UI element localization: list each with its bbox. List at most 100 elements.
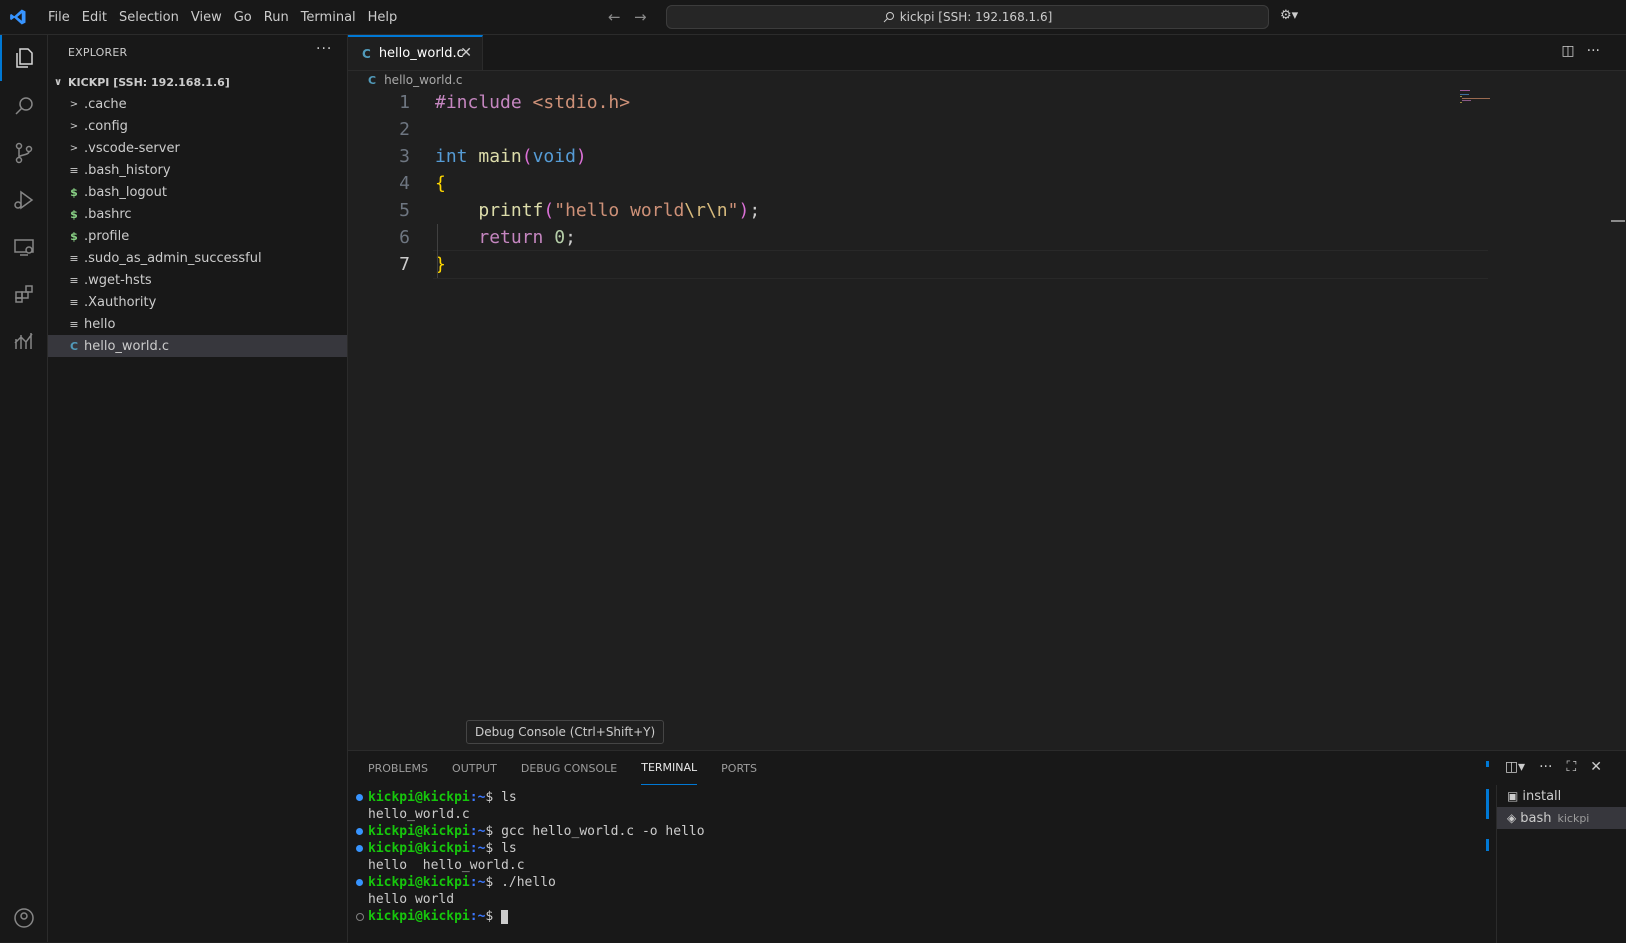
explorer-root-folder[interactable]: ∨ KICKPI [SSH: 192.168.1.6] — [48, 71, 347, 93]
command-status-icon[interactable] — [356, 879, 363, 886]
copilot-icon[interactable]: ⚙▾ — [1280, 8, 1298, 23]
terminal-command-line: kickpi@kickpi:~$ — [354, 908, 1454, 925]
menu-file[interactable]: File — [42, 10, 76, 25]
prompt-path: :~ — [469, 824, 486, 839]
code-text: int main(void) — [435, 146, 587, 167]
tree-item-wget-hsts[interactable]: ≡ .wget-hsts — [48, 269, 347, 291]
explorer-sidebar: EXPLORER ··· ∨ KICKPI [SSH: 192.168.1.6]… — [48, 35, 348, 942]
tab-hello-world-c[interactable]: C hello_world.c ✕ — [348, 35, 483, 70]
tree-item-bash-history[interactable]: ≡ .bash_history — [48, 159, 347, 181]
tree-item-bashrc[interactable]: $ .bashrc — [48, 203, 347, 225]
tree-item-label: hello_world.c — [84, 338, 169, 354]
tab-ports[interactable]: PORTS — [721, 751, 757, 785]
run-debug-icon[interactable] — [0, 177, 47, 223]
remote-explorer-icon[interactable] — [0, 224, 47, 270]
shell-file-icon: $ — [70, 207, 78, 221]
explorer-icon[interactable] — [0, 35, 47, 81]
search-icon[interactable] — [0, 83, 47, 129]
terminal-name: bash — [1520, 810, 1552, 826]
breadcrumb-file: hello_world.c — [384, 73, 463, 87]
minimap[interactable] — [1460, 89, 1490, 103]
tree-item-bash-logout[interactable]: $ .bash_logout — [48, 181, 347, 203]
command-status-icon[interactable] — [356, 913, 364, 921]
account-icon[interactable] — [0, 895, 47, 941]
maximize-panel-icon[interactable]: ⛶ — [1566, 759, 1576, 775]
command-status-icon[interactable] — [356, 828, 363, 835]
terminal-command-line: kickpi@kickpi:~$ gcc hello_world.c -o he… — [354, 823, 1454, 840]
split-terminal-icon[interactable]: ◫▾ — [1505, 759, 1525, 775]
close-icon[interactable]: ✕ — [460, 45, 472, 61]
prompt-path: :~ — [469, 875, 486, 890]
terminal-name: install — [1522, 788, 1562, 804]
scrollbar-marker — [1611, 220, 1625, 222]
menu-go[interactable]: Go — [228, 10, 258, 25]
tree-item-hello-world-c[interactable]: Chello_world.c — [48, 335, 347, 357]
command-text: gcc hello_world.c -o hello — [501, 824, 705, 839]
menu-bar: File Edit Selection View Go Run Terminal… — [42, 0, 403, 34]
command-center-label: kickpi [SSH: 192.168.1.6] — [899, 10, 1053, 24]
forward-arrow-icon[interactable]: → — [634, 8, 647, 26]
split-editor-icon[interactable]: ◫ — [1561, 43, 1574, 59]
panel-actions: ◫▾ ··· ⛶ ✕ — [1505, 759, 1602, 775]
code-line: 2 — [348, 116, 1488, 143]
search-icon — [883, 12, 894, 23]
source-control-icon[interactable] — [0, 130, 47, 176]
line-number: 1 — [399, 92, 410, 113]
tab-label: hello_world.c — [378, 46, 464, 61]
tree-item-config[interactable]: > .config — [48, 115, 347, 137]
terminal-host: kickpi — [1557, 811, 1590, 825]
tab-terminal[interactable]: TERMINAL — [641, 751, 698, 785]
more-actions-icon[interactable]: ··· — [1587, 43, 1600, 59]
extensions-icon[interactable] — [0, 271, 47, 317]
terminal-item-install[interactable]: ▣ install — [1497, 785, 1626, 807]
terminal-command-line: kickpi@kickpi:~$ ls — [354, 840, 1454, 857]
terminal-item-bash[interactable]: ◈ bash kickpi — [1497, 807, 1626, 829]
editor-tab-bar: C hello_world.c ✕ ◫ ··· — [348, 35, 1626, 71]
tree-item-hello[interactable]: ≡ hello — [48, 313, 347, 335]
code-editor[interactable]: 1 #include <stdio.h> 2 3 int main(void) … — [348, 89, 1488, 279]
line-number: 5 — [399, 200, 410, 221]
close-panel-icon[interactable]: ✕ — [1590, 759, 1602, 775]
menu-view[interactable]: View — [185, 10, 228, 25]
line-number: 4 — [399, 173, 410, 194]
activity-bar — [0, 35, 48, 942]
command-center[interactable]: kickpi [SSH: 192.168.1.6] — [666, 5, 1269, 29]
terminal-output[interactable]: kickpi@kickpi:~$ ls hello_world.c kickpi@k… — [354, 789, 1454, 925]
tab-problems[interactable]: PROBLEMS — [368, 751, 428, 785]
menu-terminal[interactable]: Terminal — [295, 10, 362, 25]
terminal-command-line: kickpi@kickpi:~$ ./hello — [354, 874, 1454, 891]
tree-item-label: .vscode-server — [84, 140, 180, 156]
chevron-right-icon: > — [69, 142, 79, 154]
tree-item-sudo-as-admin[interactable]: ≡ .sudo_as_admin_successful — [48, 247, 347, 269]
text-file-icon: ≡ — [69, 317, 79, 331]
menu-edit[interactable]: Edit — [76, 10, 113, 25]
code-text: #include <stdio.h> — [435, 92, 631, 113]
menu-selection[interactable]: Selection — [113, 10, 185, 25]
chevron-right-icon: > — [69, 120, 79, 132]
tab-debug-console[interactable]: DEBUG CONSOLE — [521, 751, 617, 785]
menu-run[interactable]: Run — [258, 10, 295, 25]
tree-item-profile[interactable]: $ .profile — [48, 225, 347, 247]
command-status-icon[interactable] — [356, 845, 363, 852]
tree-item-label: .bashrc — [84, 206, 132, 222]
tree-item-xauthority[interactable]: ≡ .Xauthority — [48, 291, 347, 313]
breadcrumb[interactable]: C hello_world.c — [368, 73, 463, 87]
terminal-icon: ▣ — [1507, 789, 1519, 803]
analytics-icon[interactable] — [0, 318, 47, 364]
prompt-user: kickpi@kickpi — [368, 790, 470, 805]
line-number: 3 — [399, 146, 410, 167]
tab-output[interactable]: OUTPUT — [452, 751, 497, 785]
code-line: 5 printf("hello world\r\n"); — [348, 197, 1488, 224]
tree-item-vscode-server[interactable]: > .vscode-server — [48, 137, 347, 159]
code-text: return 0; — [478, 227, 576, 248]
tree-item-label: .bash_logout — [84, 184, 167, 200]
shell-file-icon: $ — [70, 185, 78, 199]
back-arrow-icon[interactable]: ← — [608, 8, 621, 26]
more-actions-icon[interactable]: ··· — [316, 41, 332, 57]
tree-item-cache[interactable]: > .cache — [48, 93, 347, 115]
more-actions-icon[interactable]: ··· — [1539, 759, 1552, 775]
command-status-icon[interactable] — [356, 794, 363, 801]
menu-help[interactable]: Help — [362, 10, 404, 25]
tree-item-label: .cache — [84, 96, 127, 112]
terminal-scroll-marker — [1486, 761, 1489, 767]
